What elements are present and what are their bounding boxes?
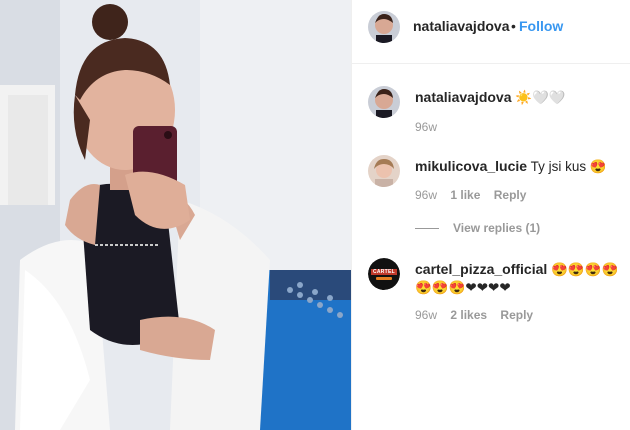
caption-time[interactable]: 96w: [415, 120, 437, 134]
view-replies-line: [415, 228, 439, 230]
reply-button[interactable]: Reply: [494, 188, 527, 202]
comment-likes[interactable]: 1 like: [450, 188, 480, 202]
post-photo[interactable]: [0, 0, 351, 430]
comment: mikulicova_lucie Ty jsi kus 😍: [415, 157, 625, 176]
comment-meta: 96w 2 likes Reply: [415, 308, 533, 322]
author-avatar[interactable]: [368, 11, 400, 43]
comment-text: Ty jsi kus 😍: [530, 159, 607, 174]
view-replies-label[interactable]: View replies (1): [453, 221, 540, 235]
comments-panel: nataliavajdova • Follow nataliavajdova ☀…: [351, 0, 630, 430]
comment-time[interactable]: 96w: [415, 188, 437, 202]
follow-button[interactable]: Follow: [519, 18, 563, 34]
view-replies[interactable]: View replies (1): [415, 221, 540, 235]
comment-likes[interactable]: 2 likes: [450, 308, 487, 322]
caption: nataliavajdova ☀️🤍🤍: [415, 88, 615, 107]
caption-text: ☀️🤍🤍: [515, 90, 566, 105]
comment: cartel_pizza_official 😍😍😍😍😍😍😍❤❤❤❤: [415, 260, 625, 297]
cartel-logo-icon[interactable]: CARTEL: [368, 258, 400, 290]
comment-avatar[interactable]: [368, 155, 400, 187]
caption-avatar[interactable]: [368, 86, 400, 118]
comment-meta: 96w 1 like Reply: [415, 188, 526, 202]
post-header: nataliavajdova • Follow: [352, 0, 630, 64]
author-username[interactable]: nataliavajdova: [413, 18, 510, 34]
comment-username[interactable]: mikulicova_lucie: [415, 158, 527, 174]
caption-username[interactable]: nataliavajdova: [415, 89, 512, 105]
comment-username[interactable]: cartel_pizza_official: [415, 261, 547, 277]
follow-separator: •: [511, 18, 516, 34]
comment-time[interactable]: 96w: [415, 308, 437, 322]
reply-button[interactable]: Reply: [500, 308, 533, 322]
